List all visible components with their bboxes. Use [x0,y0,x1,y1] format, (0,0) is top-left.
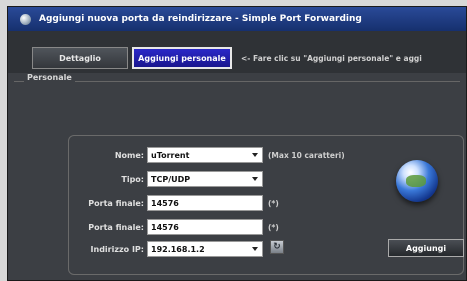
app-icon [20,13,31,25]
start-port-input[interactable]: 14576 [147,195,263,211]
add-port-window: Aggiungi nuova porta da reindirizzare - … [7,6,467,281]
chevron-down-icon [252,247,258,251]
title-bar: Aggiungi nuova porta da reindirizzare - … [8,7,466,31]
start-port-value: 14576 [151,198,179,208]
ip-dropdown[interactable]: 192.168.1.2 [147,241,263,257]
type-value: TCP/UDP [151,174,191,184]
start-port-note: (*) [268,199,279,208]
ip-label: Indirizzo IP: [90,245,144,254]
tab-add-custom[interactable]: Aggiungi personale [132,47,232,69]
tab-details[interactable]: Dettaglio [32,47,128,69]
start-port-label: Porta finale: [88,199,144,208]
end-port-input[interactable]: 14576 [147,219,263,235]
globe-icon [396,160,438,202]
window-title: Aggiungi nuova porta da reindirizzare - … [39,14,362,24]
end-port-label: Porta finale: [88,223,144,232]
name-label: Nome: [114,151,144,160]
globe-land [406,175,426,187]
end-port-note: (*) [268,223,279,232]
end-port-value: 14576 [151,222,179,232]
name-note: (Max 10 caratteri) [268,151,345,160]
ip-value: 192.168.1.2 [151,244,205,254]
type-dropdown[interactable]: TCP/UDP [147,171,263,187]
refresh-icon[interactable]: ↻ [270,240,284,254]
add-button[interactable]: Aggiungi [388,239,464,257]
name-dropdown[interactable]: uTorrent [147,147,263,163]
chevron-down-icon [252,153,258,157]
name-value: uTorrent [151,150,190,160]
chevron-down-icon [252,177,258,181]
toolbar: Dettaglio Aggiungi personale <- Fare cli… [8,31,466,73]
section-divider [14,81,460,82]
hint-text: <- Fare clic su "Aggiungi personale" e a… [241,54,422,63]
type-label: Tipo: [121,175,144,184]
section-label: Personale [24,73,75,82]
